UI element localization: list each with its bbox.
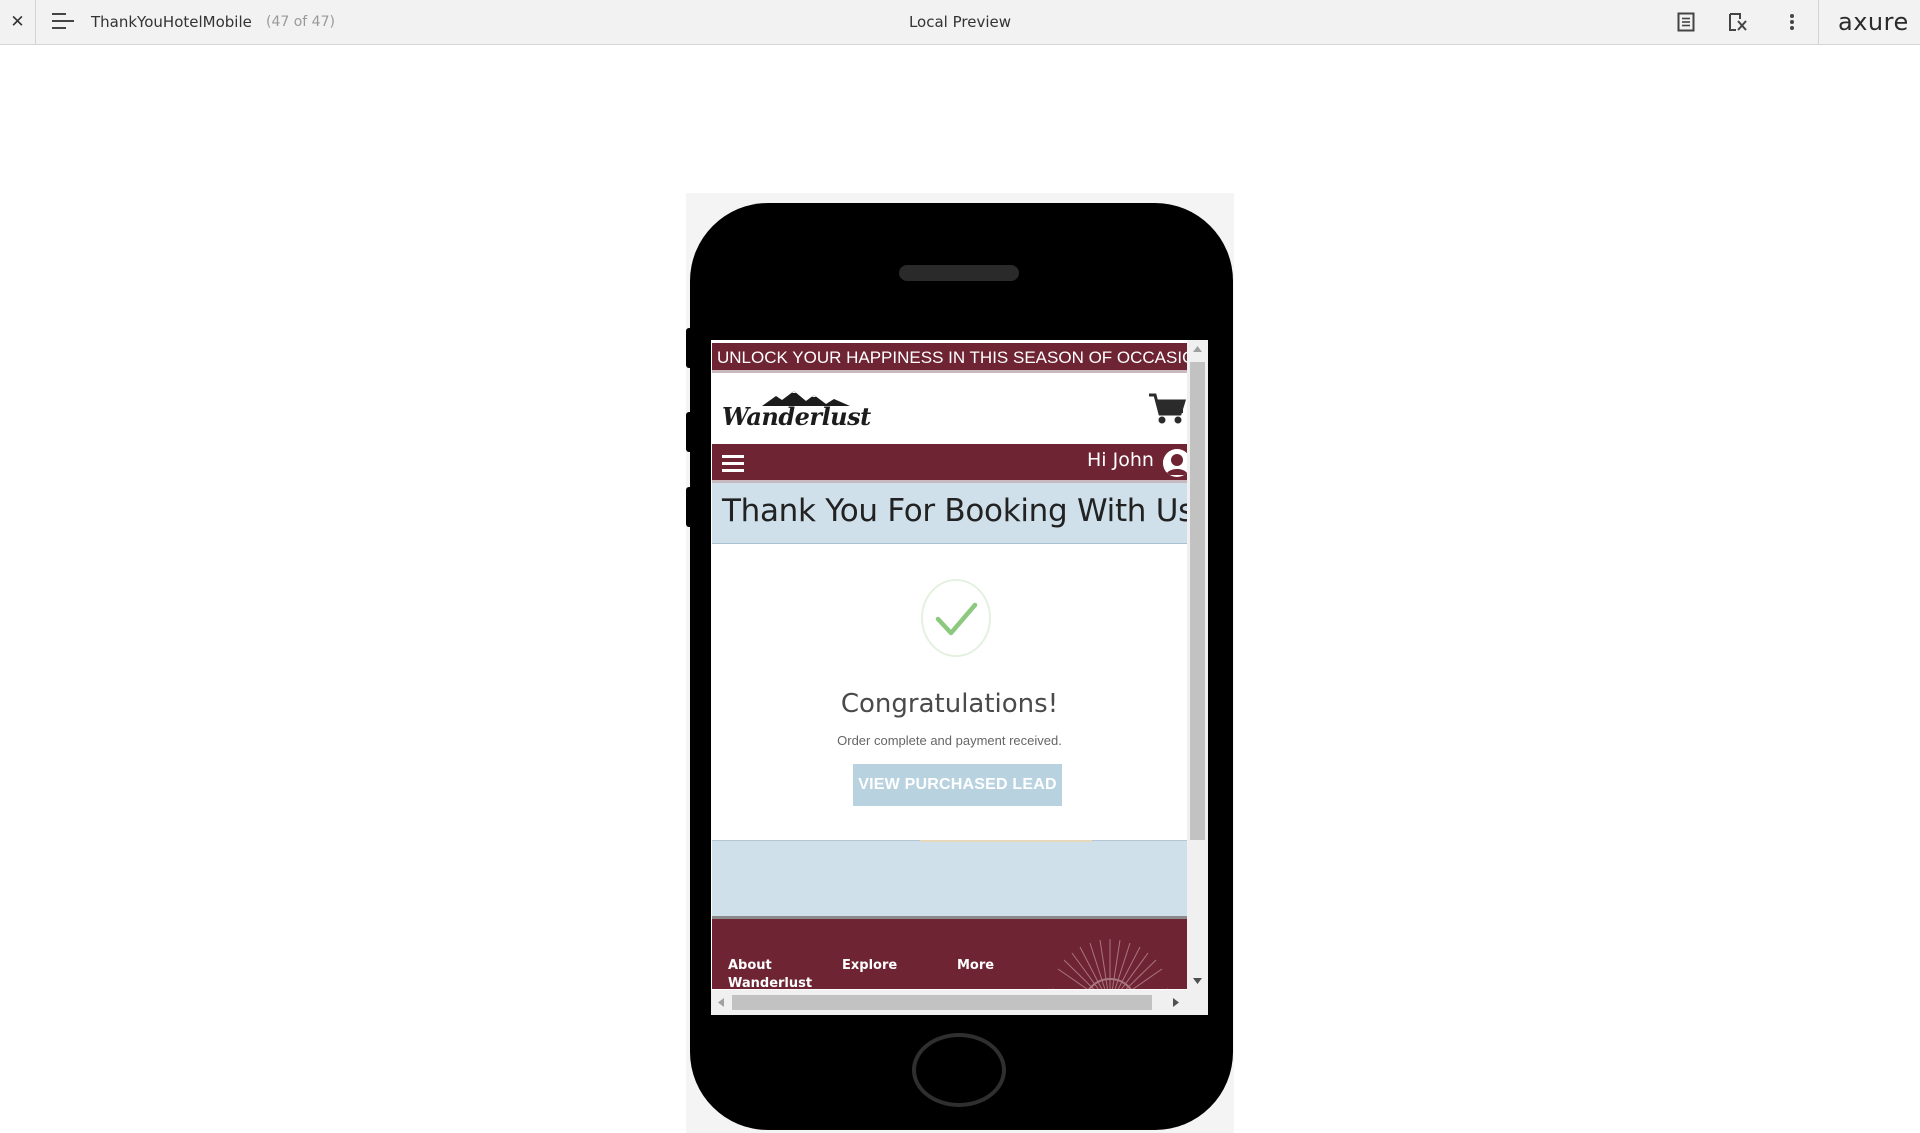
axure-toolbar: ✕ ThankYouHotelMobile (47 of 47) Local P… — [0, 0, 1920, 45]
view-purchased-lead-button[interactable]: VIEW PURCHASED LEAD — [853, 764, 1062, 806]
success-check-icon — [921, 579, 991, 657]
phone-speaker — [899, 265, 1019, 281]
congratulations-title: Congratulations! — [840, 689, 1059, 719]
nav-bar: Hi John — [712, 444, 1187, 483]
wanderlust-logo[interactable]: Wanderlust — [722, 390, 871, 431]
footer-link-explore[interactable]: Explore — [842, 957, 897, 975]
promo-banner: UNLOCK YOUR HAPPINESS IN THIS SEASON OF … — [712, 343, 1187, 373]
vertical-scrollbar[interactable] — [1187, 340, 1208, 991]
phone-home-button — [912, 1033, 1006, 1107]
scroll-right-arrow-icon[interactable] — [1173, 998, 1179, 1007]
inspect-icon[interactable] — [1727, 11, 1749, 33]
order-confirmation-text: Order complete and payment received. — [837, 733, 1062, 748]
page-name: ThankYouHotelMobile — [91, 13, 252, 31]
thank-you-banner: Thank You For Booking With Us — [712, 483, 1187, 544]
sunburst-decoration-icon — [1052, 939, 1168, 989]
footer-link-about[interactable]: About Wanderlust — [728, 957, 812, 989]
horizontal-scroll-thumb[interactable] — [732, 995, 1152, 1010]
site-footer: About Wanderlust Explore More — [712, 919, 1187, 989]
more-options-icon[interactable] — [1781, 11, 1803, 33]
horizontal-scrollbar[interactable] — [711, 990, 1208, 1015]
shopping-cart-icon[interactable] — [1148, 392, 1187, 426]
page-title: Thank You For Booking With Us — [722, 493, 1187, 529]
vertical-scroll-thumb[interactable] — [1190, 362, 1205, 840]
mobile-page: UNLOCK YOUR HAPPINESS IN THIS SEASON OF … — [712, 341, 1187, 989]
footer-link-more[interactable]: More — [957, 957, 994, 975]
axure-logo: axure — [1838, 8, 1909, 36]
band-accent-line — [920, 840, 1092, 842]
logo-wordmark: Wanderlust — [722, 402, 871, 431]
page-count: (47 of 47) — [266, 14, 335, 30]
close-preview-button[interactable]: ✕ — [0, 0, 36, 44]
scroll-left-arrow-icon[interactable] — [718, 998, 724, 1007]
scroll-down-arrow-icon[interactable] — [1193, 978, 1202, 984]
scroll-up-arrow-icon[interactable] — [1193, 346, 1202, 352]
sitemap-menu-icon[interactable] — [52, 13, 74, 31]
content-band — [712, 840, 1187, 919]
phone-screen: UNLOCK YOUR HAPPINESS IN THIS SEASON OF … — [711, 340, 1208, 1015]
toolbar-divider — [1818, 0, 1819, 44]
hamburger-menu-icon[interactable] — [722, 455, 744, 473]
user-avatar-icon[interactable] — [1163, 449, 1187, 477]
user-greeting[interactable]: Hi John — [1087, 449, 1154, 471]
close-icon: ✕ — [10, 12, 25, 31]
site-header: Wanderlust — [712, 376, 1187, 440]
notes-icon[interactable] — [1675, 11, 1697, 33]
